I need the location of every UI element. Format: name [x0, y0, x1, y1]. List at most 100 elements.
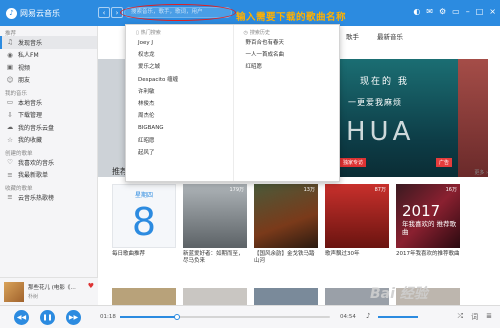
history-item[interactable]: 红昭愿 [234, 61, 340, 73]
app-logo[interactable]: ♪ 网易云音乐 [6, 7, 60, 19]
more-link[interactable]: 更多 › [474, 169, 488, 176]
sidebar-item-label: 视频 [18, 64, 31, 72]
progress-handle[interactable] [173, 314, 180, 320]
history-item[interactable]: 野百合也有春天 [234, 37, 340, 49]
playlist-cover[interactable]: 13万 [254, 184, 318, 248]
hot-search-item[interactable]: 爱乐之城 [126, 61, 233, 73]
hot-search-item[interactable]: Despacito 缠缠 [126, 74, 233, 86]
hot-search-item[interactable]: BIGBANG [126, 122, 233, 134]
playlist-cover[interactable]: 179万 [183, 184, 247, 248]
sidebar-item-collect[interactable]: ☆ 我的收藏 [0, 134, 97, 147]
lyrics-icon[interactable]: 词 [471, 312, 478, 322]
sidebar-item-liked[interactable]: ♡ 我喜欢的音乐 [0, 156, 97, 169]
sidebar-item-label: 本地音乐 [18, 99, 43, 107]
banner-image[interactable]: 现在的 我 一更爱我麻烦 HUA 独家专访 广告 [340, 59, 458, 177]
song-artist[interactable]: 朴树 [28, 293, 76, 300]
cover-subtitle: 年我喜欢的 推荐歌曲 [402, 220, 457, 236]
playlist-cover[interactable] [254, 288, 318, 305]
sidebar-item-playlist[interactable]: ≡ 我最新歌单 [0, 169, 97, 182]
annotation-circle [120, 4, 236, 21]
tab-new-music[interactable]: 最新音乐 [377, 31, 403, 41]
hot-search-item[interactable]: 林俊杰 [126, 98, 233, 110]
card-caption[interactable]: 歌声飘过30年 [325, 251, 389, 258]
card-caption[interactable]: 新蓝爱好者：如期而至，尽马负来 [183, 251, 247, 265]
sidebar-item-fm[interactable]: ◉ 私人FM [0, 49, 97, 62]
playlist-cover[interactable]: 87万 [325, 184, 389, 248]
sidebar-item-label: 云音乐热歌榜 [18, 194, 55, 202]
playlist-card[interactable]: 13万 【国风余韵】金戈铁马踏山河 [254, 184, 318, 265]
discover-tabs: 歌手 最新音乐 [346, 31, 403, 41]
settings-icon[interactable]: ⚙ [439, 7, 446, 16]
sidebar-item-label: 我的音乐云盘 [18, 124, 55, 132]
sidebar-section-collected: 收藏的歌单 [5, 186, 33, 192]
banner-next-image[interactable] [458, 59, 488, 177]
mini-mode-icon[interactable]: ▭ [452, 7, 460, 16]
sidebar-item-hot-chart[interactable]: ≡ 云音乐热歌榜 [0, 191, 97, 204]
current-time: 01:18 [100, 314, 116, 320]
playlist-cards: 星期四 8 每日歌曲推荐 179万 新蓝爱好者：如期而至，尽马负来 13万 【国… [112, 184, 460, 265]
volume-icon[interactable]: ♪ [366, 312, 370, 320]
sidebar-item-label: 下载管理 [18, 112, 43, 120]
sidebar-item-friends[interactable]: ☺ 朋友 [0, 74, 97, 87]
friends-icon: ☺ [6, 75, 14, 84]
maximize-icon[interactable]: □ [476, 7, 484, 16]
progress-bar[interactable] [120, 314, 330, 320]
shuffle-icon[interactable]: ⤮ [458, 312, 464, 322]
mail-icon[interactable]: ✉ [426, 7, 433, 16]
close-icon[interactable]: × [489, 7, 496, 16]
hot-search-item[interactable]: 权志龙 [126, 49, 233, 61]
sidebar-item-video[interactable]: ▣ 视频 [0, 61, 97, 74]
playlist-icon[interactable]: ≣ [486, 312, 492, 322]
hot-icon: ▯ [136, 30, 139, 36]
music-note-icon: ♫ [7, 38, 13, 47]
sidebar-section-my-music: 我的音乐 [5, 91, 28, 97]
sidebar-item-label: 朋友 [18, 77, 31, 85]
hot-search-item[interactable]: Joey J [126, 37, 233, 49]
playlist-cover[interactable] [112, 288, 176, 305]
card-caption[interactable]: 2017年我喜欢的推荐歌曲 [396, 251, 460, 258]
tab-singers[interactable]: 歌手 [346, 31, 359, 41]
card-caption[interactable]: 【国风余韵】金戈铁马踏山河 [254, 251, 318, 265]
computer-icon: ▭ [6, 98, 14, 107]
sidebar-item-discover[interactable]: ♫ 发现音乐 [0, 36, 97, 49]
skin-icon[interactable]: ◐ [413, 7, 420, 16]
mini-player[interactable]: 那些花儿 (电影《… 朴树 ♥ [0, 277, 98, 305]
radio-icon: ◉ [7, 50, 13, 59]
minimize-icon[interactable]: – [466, 7, 470, 16]
history-item[interactable]: 一人一首成名曲 [234, 49, 340, 61]
netease-logo-icon: ♪ [6, 7, 17, 19]
total-time: 04:54 [340, 314, 356, 320]
sidebar-item-local[interactable]: ▭ 本地音乐 [0, 96, 97, 109]
sidebar-item-download[interactable]: ⇩ 下载管理 [0, 109, 97, 122]
banner-line2: 一更爱我麻烦 [348, 98, 402, 107]
heart-icon[interactable]: ♥ [88, 282, 94, 290]
sidebar-item-cloud[interactable]: ☁ 我的音乐云盘 [0, 121, 97, 134]
playlist-card[interactable]: 179万 新蓝爱好者：如期而至，尽马负来 [183, 184, 247, 265]
cover-year: 2017 [402, 202, 441, 220]
heart-icon: ♡ [7, 158, 13, 167]
hot-search-item[interactable]: 许利敏 [126, 86, 233, 98]
daily-recommend-cover[interactable]: 星期四 8 [112, 184, 176, 248]
sidebar-section-recommend: 推荐 [5, 31, 17, 37]
volume-slider[interactable] [378, 316, 418, 318]
previous-icon[interactable]: ◀◀ [14, 310, 29, 325]
day-number: 8 [131, 200, 157, 244]
back-button[interactable]: ‹ [98, 7, 110, 18]
next-icon[interactable]: ▶▶ [66, 310, 81, 325]
playlist-card[interactable]: 87万 歌声飘过30年 [325, 184, 389, 265]
card-caption[interactable]: 每日歌曲推荐 [112, 251, 176, 258]
playlist-card[interactable]: 16万 2017 年我喜欢的 推荐歌曲 2017年我喜欢的推荐歌曲 [396, 184, 460, 265]
hot-search-item[interactable]: 周杰伦 [126, 110, 233, 122]
playlist-card[interactable] [254, 288, 318, 305]
playlist-card[interactable] [183, 288, 247, 305]
playlist-card[interactable] [112, 288, 176, 305]
hot-search-item[interactable]: 起风了 [126, 147, 233, 159]
hot-search-column: ▯ 热门搜索 Joey J 权志龙 爱乐之城 Despacito 缠缠 许利敏 林… [126, 25, 233, 181]
playlist-cover[interactable] [183, 288, 247, 305]
hot-search-item[interactable]: 红昭愿 [126, 135, 233, 147]
playlist-cover[interactable]: 16万 2017 年我喜欢的 推荐歌曲 [396, 184, 460, 248]
pause-icon[interactable]: ❚❚ [40, 310, 55, 325]
playlist-card[interactable]: 星期四 8 每日歌曲推荐 [112, 184, 176, 265]
sidebar-item-label: 我喜欢的音乐 [18, 159, 55, 167]
album-cover[interactable] [4, 281, 24, 302]
